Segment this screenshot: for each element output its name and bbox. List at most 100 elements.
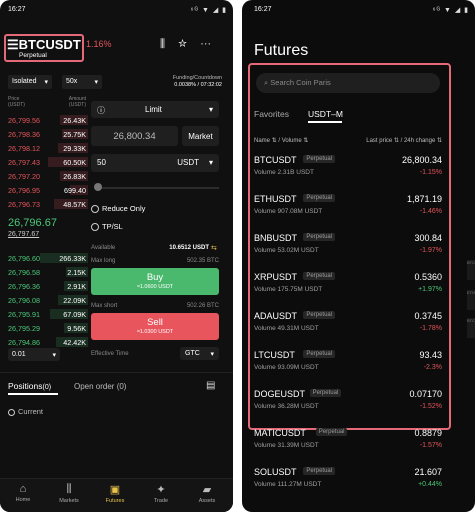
market-price: 93.43 [419, 350, 442, 360]
market-change: +1.97% [418, 286, 442, 293]
order-type-select[interactable]: ⓘ Limit ▾ [91, 101, 219, 118]
market-change: -2.3% [423, 364, 442, 371]
market-row[interactable]: BNBUSDT Perpetual Volume 53.02M USDT 300.84… [254, 233, 442, 271]
tab-usdt-m[interactable]: USDT–M [308, 109, 343, 119]
depth-value: 0.01 [12, 351, 26, 358]
effective-time-select[interactable]: GTC ▾ [180, 347, 219, 360]
candlestick-icon[interactable]: ⫼ [160, 38, 165, 50]
contract-type: Perpetual [19, 52, 47, 59]
nav-assets[interactable]: ▰ Assets [184, 483, 230, 504]
futures-trade-screen: 16:27 ⁶ᴳ ▼ ◢ ▮ ☰BTCUSDT Perpetual 1.16% … [0, 0, 233, 512]
available-label: Available [91, 245, 116, 251]
pair-name: BTCUSDT [18, 37, 81, 52]
contract-tag: Perpetual [315, 428, 348, 436]
positions-tab-label: Positions [8, 381, 43, 391]
tab-underline [8, 393, 58, 395]
radio-icon [8, 408, 15, 416]
menu-icon[interactable]: ☰ [7, 37, 19, 52]
market-price: 21.607 [414, 467, 442, 477]
transfer-icon[interactable]: ⇆ [211, 244, 217, 252]
book-price: 26,795.29 [8, 324, 40, 333]
market-volume: Volume 111.27M USDT [254, 481, 322, 488]
market-row[interactable]: DOGEUSDT Perpetual Volume 36.28M USDT 0.071… [254, 389, 442, 427]
current-filter[interactable]: Current [8, 407, 43, 416]
slider-handle[interactable] [94, 183, 102, 191]
market-change: -1.57% [419, 442, 442, 449]
market-row[interactable]: MATICUSDT Perpetual Volume 31.39M USDT 0.88… [254, 428, 442, 466]
nav-futures[interactable]: ▣ Futures [92, 483, 138, 504]
margin-mode-button[interactable]: Isolated ▾ [8, 75, 52, 89]
market-button[interactable]: Market [182, 126, 219, 146]
market-price: 0.8879 [414, 428, 442, 438]
status-time: 16:27 [8, 6, 26, 13]
buy-cost: ≈1.0600 USDT [136, 284, 174, 290]
book-price: 26,797.20 [8, 172, 40, 181]
sell-button[interactable]: Sell ≈1.0300 USDT [91, 313, 219, 340]
order-history-icon[interactable]: ▤ [206, 380, 215, 391]
futures-icon: ▣ [109, 484, 121, 496]
market-symbol: MATICUSDT [254, 428, 306, 438]
market-symbol: LTCUSDT [254, 350, 295, 360]
buy-button[interactable]: Buy ≈1.0600 USDT [91, 268, 219, 295]
sort-price-change[interactable]: Last price ⇅ / 24h change ⇅ [366, 137, 442, 144]
pair-title[interactable]: ☰BTCUSDT [7, 37, 81, 53]
current-label: Current [18, 407, 44, 416]
header-actions: ⫼ ☆ ⋯ [160, 38, 211, 51]
market-row[interactable]: SOLUSDT Perpetual Volume 111.27M USDT 21.60… [254, 467, 442, 505]
market-symbol: SOLUSDT [254, 467, 297, 477]
depth-select[interactable]: 0.01 ▾ [8, 348, 60, 361]
market-row[interactable]: XRPUSDT Perpetual Volume 175.75M USDT 0.536… [254, 272, 442, 310]
book-price: 26,798.36 [8, 130, 40, 139]
book-amount: 60.50K [63, 158, 86, 167]
price-input[interactable]: 26,800.34 [91, 126, 178, 146]
book-amount: 25.75K [63, 130, 86, 139]
tab-favorites[interactable]: Favorites [254, 109, 289, 119]
book-amount: 67.09K [63, 310, 86, 319]
tpsl-label: TP/SL [102, 222, 123, 231]
page-title: Futures [254, 42, 309, 59]
chevron-down-icon: ▾ [208, 105, 213, 114]
market-row[interactable]: ADAUSDT Perpetual Volume 49.31M USDT 0.3745… [254, 311, 442, 349]
contract-tag: Perpetual [303, 350, 336, 358]
margin-mode-label: Isolated [12, 78, 37, 85]
quantity-input[interactable]: 50 USDT ▾ [91, 154, 219, 172]
edge-label: BTC [467, 318, 475, 338]
market-row[interactable]: LTCUSDT Perpetual Volume 93.09M USDT 93.43 -… [254, 350, 442, 388]
star-icon[interactable]: ☆ [178, 38, 187, 50]
last-price: 26,796.67 [8, 217, 57, 229]
reduce-only-option[interactable]: Reduce Only [91, 204, 146, 214]
reduce-only-label: Reduce Only [102, 204, 146, 213]
market-volume: Volume 49.31M USDT [254, 325, 319, 332]
market-volume: Volume 907.08M USDT [254, 208, 323, 215]
more-icon[interactable]: ⋯ [200, 38, 211, 50]
positions-count: (0) [42, 384, 52, 391]
book-price: 26,796.36 [8, 282, 40, 291]
mark-price[interactable]: 26,797.67 [8, 231, 39, 238]
sell-label: Sell [147, 317, 163, 328]
nav-home[interactable]: ⌂ Home [0, 483, 46, 503]
chevron-down-icon: ▾ [208, 158, 213, 167]
chevron-down-icon: ▾ [94, 79, 98, 86]
market-change: -1.52% [419, 403, 442, 410]
chevron-down-icon: ▾ [52, 352, 56, 359]
market-row[interactable]: BTCUSDT Perpetual Volume 2.31B USDT 26,800.… [254, 155, 442, 193]
buy-label: Buy [146, 272, 164, 283]
tpsl-option[interactable]: TP/SL [91, 222, 123, 232]
leverage-button[interactable]: 50x ▾ [62, 75, 102, 89]
nav-trade[interactable]: ✦ Trade [138, 483, 184, 504]
market-change: -1.46% [419, 208, 442, 215]
market-volume: Volume 36.28M USDT [254, 403, 319, 410]
book-amount: 699.40 [64, 186, 86, 195]
nav-markets[interactable]: ⫼ Markets [46, 483, 92, 504]
search-input[interactable]: ⌕ Search Coin Paris [256, 73, 440, 93]
market-row[interactable]: ETHUSDT Perpetual Volume 907.08M USDT 1,871… [254, 194, 442, 232]
info-icon[interactable]: ⓘ [97, 106, 105, 115]
tab-open-orders[interactable]: Open order (0) [74, 382, 126, 391]
book-price: 26,797.43 [8, 158, 40, 167]
tab-positions[interactable]: Positions(0) [8, 381, 51, 391]
quantity-slider[interactable] [95, 187, 219, 189]
sort-name-volume[interactable]: Name ⇅ / Volume ⇅ [254, 137, 308, 144]
market-price: 0.5360 [414, 272, 442, 282]
radio-icon [91, 205, 99, 214]
price-change: 1.16% [86, 39, 112, 49]
